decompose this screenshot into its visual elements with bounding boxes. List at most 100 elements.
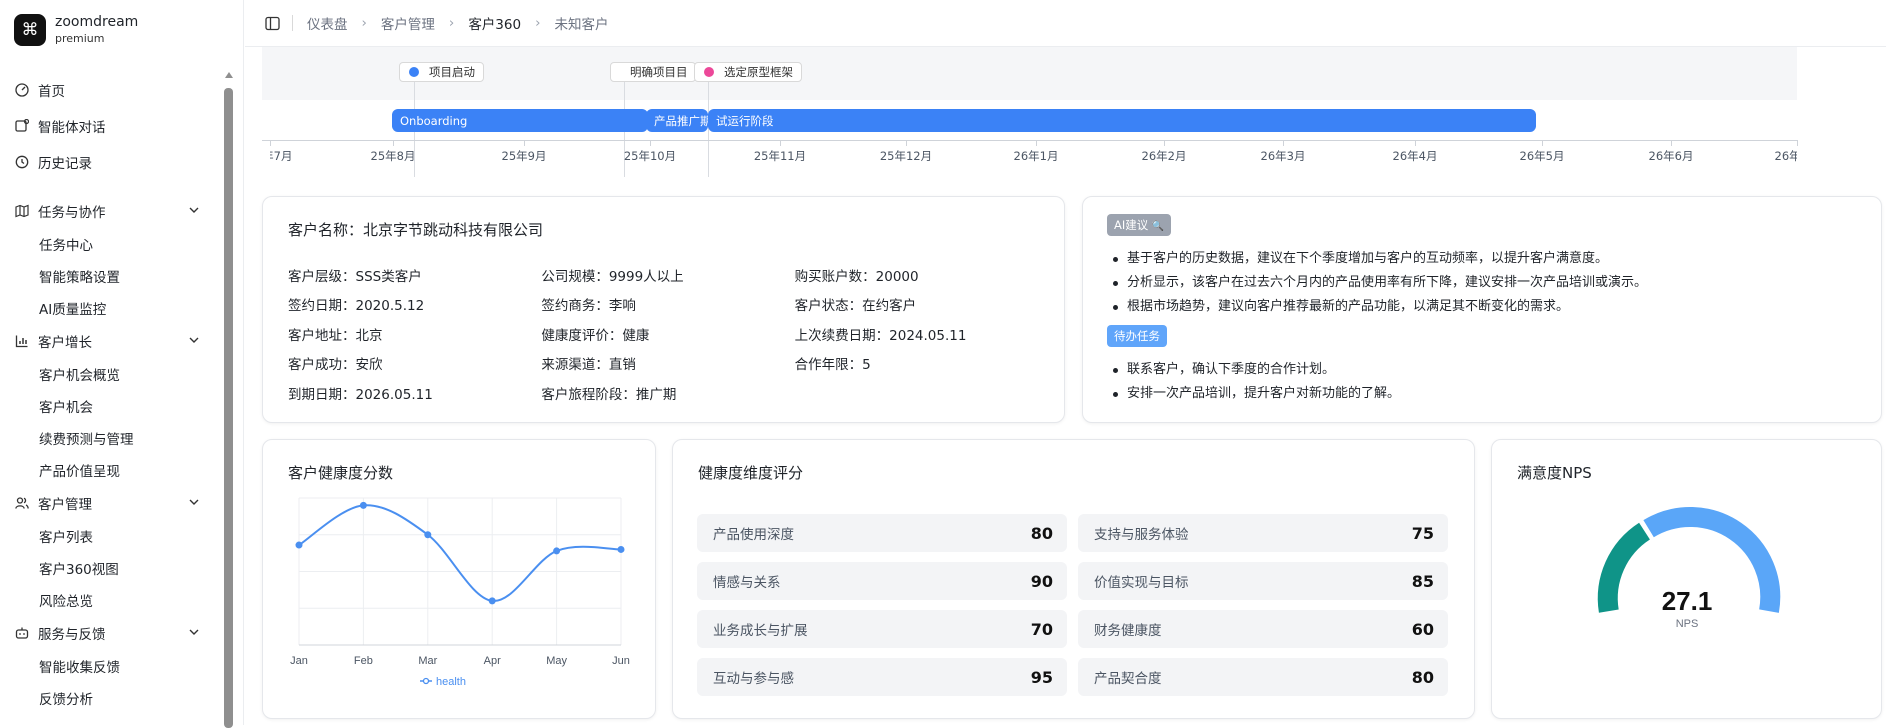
- nav-group-customers[interactable]: 客户管理: [0, 486, 228, 520]
- nav-item-customer-360[interactable]: 客户360视图: [0, 552, 228, 584]
- dimension-score: 80: [1030, 523, 1053, 543]
- timeline-tick-label: 26年6月: [1648, 149, 1694, 163]
- nps-title: 满意度NPS: [1517, 464, 1592, 482]
- nav-item-home[interactable]: 首页: [0, 72, 228, 108]
- bot-icon: [14, 625, 30, 641]
- todo-tag: 待办任务: [1107, 325, 1167, 347]
- health-line-chart: Jan Feb Mar Apr May Jun health: [290, 497, 630, 688]
- nav-item-agent-chat[interactable]: 智能体对话: [0, 108, 228, 144]
- nav-item-feedback-collect[interactable]: 智能收集反馈: [0, 650, 228, 682]
- timeline-tick: [524, 140, 525, 146]
- nav-group-label: 任务与协作: [38, 205, 106, 221]
- breadcrumb-separator-icon: ›: [448, 15, 455, 31]
- list-item: 安排一次产品培训，提升客户对新功能的了解。: [1107, 382, 1867, 406]
- nav-item-customer-list[interactable]: 客户列表: [0, 520, 228, 552]
- info-row: 客户地址：北京 健康度评价：健康 上次续费日期：2024.05.11: [288, 319, 1048, 349]
- breadcrumb-dashboard[interactable]: 仪表盘: [307, 13, 348, 33]
- timeline-tick-label: 25年12月: [879, 149, 933, 163]
- milestone-project-start[interactable]: 项目启动: [399, 62, 484, 82]
- top-bar: 仪表盘 › 客户管理 › 客户360 › 未知客户: [245, 0, 1886, 47]
- milestone-prototype[interactable]: 选定原型框架: [694, 62, 802, 82]
- chevron-down-icon: [188, 334, 200, 350]
- data-point[interactable]: [617, 545, 625, 553]
- dimension-item: 情感与关系 90: [697, 562, 1067, 600]
- nav-item-opportunity-overview[interactable]: 客户机会概览: [0, 358, 228, 390]
- sidebar-scrollbar[interactable]: [224, 70, 233, 728]
- breadcrumb-separator-icon: ›: [361, 15, 367, 31]
- timeline-tick-label: 26年5月: [1519, 149, 1565, 163]
- info-journey-stage: 客户旅程阶段：推广期: [541, 386, 677, 403]
- info-expiry: 到期日期：2026.05.11: [288, 386, 433, 403]
- customer-info-card: 客户名称：北京字节跳动科技有限公司 客户层级：SSS类客户 公司规模：9999人…: [262, 196, 1065, 423]
- milestone-label: 选定原型框架: [724, 65, 793, 79]
- nav-item-history[interactable]: 历史记录: [0, 144, 228, 180]
- data-point[interactable]: [488, 597, 496, 605]
- dimension-item: 产品使用深度 80: [697, 514, 1067, 552]
- health-dimensions-title: 健康度维度评分: [698, 464, 804, 482]
- nav-group-label: 客户管理: [38, 497, 92, 513]
- nav-item-strategy[interactable]: 智能策略设置: [0, 260, 228, 292]
- info-company-size: 公司规模：9999人以上: [541, 268, 684, 285]
- timeline-tick-label: 26年3月: [1260, 149, 1306, 163]
- nps-gauge-negative-arc: [1597, 522, 1651, 613]
- breadcrumb-customer-management[interactable]: 客户管理: [381, 13, 435, 33]
- nav-group-growth[interactable]: 客户增长: [0, 324, 228, 358]
- timeline-tick-label: 25年11月: [753, 149, 807, 163]
- brand-name: zoomdream: [55, 14, 139, 31]
- list-item: 基于客户的历史数据，建议在下个季度增加与客户的互动频率，以提升客户满意度。: [1107, 247, 1867, 271]
- phase-onboarding[interactable]: Onboarding: [392, 109, 648, 132]
- dimension-score: 75: [1411, 523, 1434, 543]
- milestone-dot: [704, 67, 714, 77]
- health-dimensions-card: 健康度维度评分 产品使用深度 80 支持与服务体验 75 情感与关系 90 价值实现与目标 8…: [672, 439, 1475, 719]
- data-point[interactable]: [424, 531, 432, 539]
- timeline-tick: [1671, 140, 1672, 146]
- legend-label[interactable]: health: [436, 676, 466, 688]
- timeline-tick-label: 26年4月: [1392, 149, 1438, 163]
- nav-menu: 首页 智能体对话 历史记录 任务与协作 任务中心 智能策略设置 AI质量监控 客…: [0, 72, 228, 714]
- health-score-title: 客户健康度分数: [288, 464, 394, 482]
- data-point[interactable]: [553, 547, 561, 555]
- health-series-line: [298, 504, 622, 602]
- milestone-dot: [409, 67, 419, 77]
- timeline-milestone-track: [262, 47, 1797, 100]
- list-item: 联系客户，确认下季度的合作计划。: [1107, 358, 1867, 382]
- nav-item-opportunity[interactable]: 客户机会: [0, 390, 228, 422]
- timeline-tick-label: 25年9月: [501, 149, 547, 163]
- data-point[interactable]: [295, 541, 303, 549]
- dimension-score: 60: [1411, 619, 1434, 639]
- nav-item-risk[interactable]: 风险总览: [0, 584, 228, 616]
- dashboard-gauge-icon: [14, 82, 30, 98]
- data-point[interactable]: [359, 501, 367, 509]
- legend-marker-icon: [422, 677, 430, 685]
- x-tick-label: Apr: [484, 655, 501, 667]
- milestone-define-goals[interactable]: 明确项目目: [610, 62, 696, 82]
- nav-item-value[interactable]: 产品价值呈现: [0, 454, 228, 486]
- scroll-thumb[interactable]: [224, 88, 233, 728]
- timeline-tick-label: 25年8月: [370, 149, 416, 163]
- nav-group-tasks[interactable]: 任务与协作: [0, 194, 228, 228]
- nav-group-service[interactable]: 服务与反馈: [0, 616, 228, 650]
- info-csm: 客户成功：安欣: [288, 357, 383, 374]
- dimension-name: 价值实现与目标: [1094, 575, 1189, 591]
- brand[interactable]: ⌘ zoomdream premium: [14, 14, 138, 46]
- nps-card: 满意度NPS 27.1 NPS: [1491, 439, 1882, 719]
- nav-item-renewal[interactable]: 续费预测与管理: [0, 422, 228, 454]
- nav-item-feedback-analysis[interactable]: 反馈分析: [0, 682, 228, 714]
- dimension-name: 支持与服务体验: [1094, 527, 1189, 543]
- nav-item-task-center[interactable]: 任务中心: [0, 228, 228, 260]
- phase-promotion[interactable]: 产品推广期: [646, 109, 708, 132]
- todo-list: 联系客户，确认下季度的合作计划。 安排一次产品培训，提升客户对新功能的了解。: [1107, 358, 1867, 406]
- timeline-tick-label: 25年7月: [247, 149, 293, 163]
- info-sign-date: 签约日期：2020.5.12: [288, 298, 425, 315]
- phase-trial-run[interactable]: 试运行阶段: [708, 109, 1536, 132]
- info-sales-rep: 签约商务：李响: [541, 298, 636, 315]
- ai-suggestion-card: AI建议 🔍 基于客户的历史数据，建议在下个季度增加与客户的互动频率，以提升客户…: [1082, 196, 1882, 423]
- x-tick-label: Jan: [290, 655, 308, 667]
- nav-item-ai-quality[interactable]: AI质量监控: [0, 292, 228, 324]
- scroll-up-arrow-icon[interactable]: [225, 72, 233, 78]
- users-icon: [14, 495, 30, 511]
- nav-label: 智能体对话: [38, 120, 106, 136]
- dimension-item: 互动与参与感 95: [697, 658, 1067, 696]
- sidebar-toggle-icon[interactable]: [265, 16, 280, 31]
- breadcrumb-customer-360[interactable]: 客户360: [468, 13, 521, 33]
